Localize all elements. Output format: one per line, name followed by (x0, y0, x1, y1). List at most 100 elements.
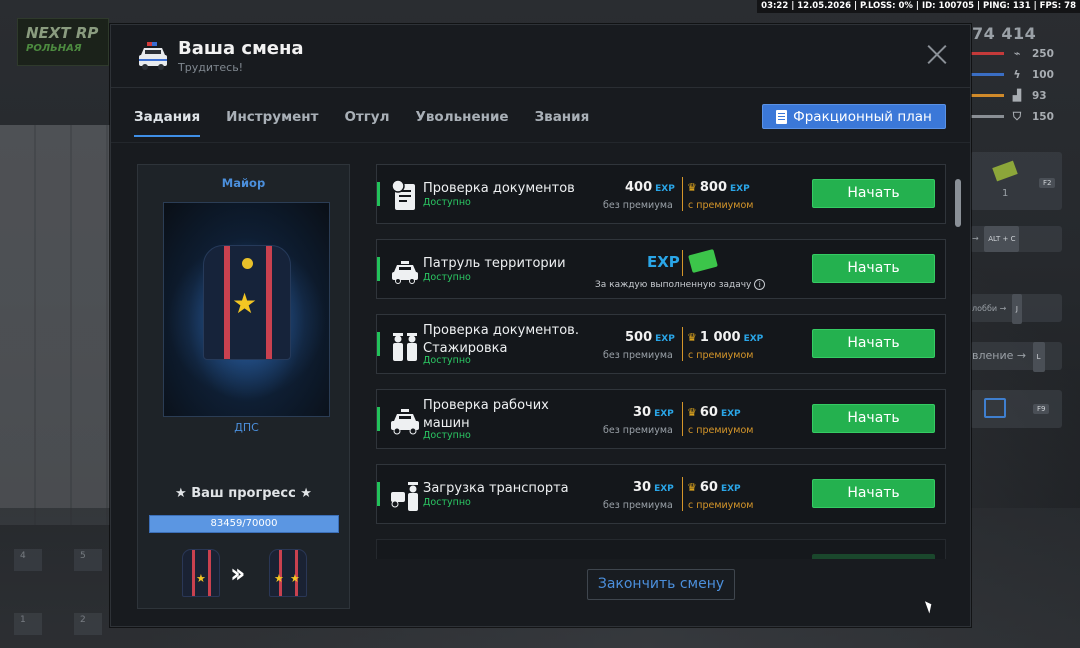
signal-icon: ▟ (1012, 89, 1022, 102)
armor-stat: ϟ 100 (970, 64, 1074, 85)
start-button-partial (812, 554, 935, 559)
police-car-icon (391, 409, 419, 435)
star-icon: ★ (232, 287, 258, 320)
task-row: Патруль территории Доступно EXP За кажду… (376, 239, 946, 299)
start-button[interactable]: Начать (812, 179, 935, 208)
task-row: Загрузка транспорта Доступно 30 EXP без п… (376, 464, 946, 524)
tab-tasks[interactable]: Задания (134, 109, 201, 137)
cash-icon (688, 248, 718, 274)
window-title: Ваша смена (178, 38, 304, 59)
tab-day-off[interactable]: Отгул (344, 109, 389, 137)
rank-progress-bar: 83459/70000 (149, 515, 339, 533)
document-icon (776, 109, 788, 124)
base-reward: 30 EXP (633, 405, 674, 420)
manage-hint: вление → L (970, 342, 1062, 372)
tab-bar: Задания Инструмент Отгул Увольнение Зван… (134, 109, 615, 137)
rank-panel: Майор ★ ДПС ★ Ваш прогресс ★ 83459/70000… (137, 164, 350, 609)
info-icon: i (754, 279, 766, 290)
cash-icon (992, 160, 1018, 182)
task-status: Доступно (423, 430, 471, 441)
close-icon[interactable] (926, 43, 948, 65)
base-reward-label: без премиума (603, 500, 673, 511)
task-row: Проверка рабочих машин Доступно 30 EXP бе… (376, 389, 946, 449)
current-rank-icon: ★ (182, 549, 220, 597)
base-reward-label: без премиума (603, 200, 673, 211)
rank-name: Майор (221, 176, 266, 190)
task-status: Доступно (423, 272, 471, 283)
tab-ranks[interactable]: Звания (535, 109, 590, 137)
premium-reward-label: с премиумом (688, 425, 754, 436)
background-lockers (0, 125, 112, 525)
left-slot-5: 5 (74, 549, 102, 571)
task-name: Патруль территории (423, 256, 566, 271)
server-logo: NEXT RP РОЛЬНАЯ (17, 18, 109, 66)
shield-stat: ⛉ 150 (970, 106, 1074, 127)
officers-icon (393, 333, 417, 361)
start-button[interactable]: Начать (812, 329, 935, 358)
tab-tools[interactable]: Инструмент (226, 109, 318, 137)
task-row-partial (376, 539, 946, 559)
tabs-divider (111, 142, 970, 143)
shift-window: Ваша смена Трудитесь! Задания Инструмент… (110, 24, 971, 627)
task-list: Проверка документов Доступно 400 EXP без … (376, 164, 946, 559)
window-header: Ваша смена Трудитесь! (111, 25, 970, 88)
base-reward: 500 EXP (625, 330, 675, 345)
lobby-hint: лобби → J (970, 294, 1062, 324)
logo-text: NEXT RP (26, 24, 99, 42)
task-status: Доступно (423, 497, 471, 508)
premium-reward-label: с премиумом (688, 350, 754, 361)
progress-text: 83459/70000 (210, 518, 278, 529)
reward-note: За каждую выполненную задачу i (595, 279, 766, 290)
task-name: Проверка рабочих машин (423, 398, 549, 431)
base-reward: 30 EXP (633, 480, 674, 495)
logo-subtext: РОЛЬНАЯ (26, 43, 82, 54)
start-button[interactable]: Начать (812, 404, 935, 433)
crown-icon: ♛ (687, 481, 697, 494)
faction-plan-button[interactable]: Фракционный план (762, 104, 946, 129)
crown-icon: ♛ (687, 331, 697, 344)
task-status: Доступно (423, 197, 471, 208)
crown-icon: ♛ (687, 181, 697, 194)
faction-plan-label: Фракционный план (793, 108, 932, 125)
base-reward-label: без премиума (603, 350, 673, 361)
tow-officer-icon (391, 482, 418, 511)
premium-reward: ♛ 1 000 EXP (687, 330, 764, 345)
tab-resign[interactable]: Увольнение (415, 109, 508, 137)
police-car-icon (392, 261, 418, 284)
left-slot-2: 2 (74, 613, 102, 635)
premium-reward: ♛ 60 EXP (687, 405, 741, 420)
hotkey-f2: F2 (1039, 178, 1056, 188)
calendar-hint: F9 (970, 390, 1062, 428)
task-row: Проверка документов. Стажировка Доступно… (376, 314, 946, 374)
task-name: Загрузка транспорта (423, 481, 569, 496)
left-slot-1: 1 (14, 613, 42, 635)
rank-department: ДПС (234, 421, 259, 434)
police-car-icon (139, 42, 167, 70)
rank-insignia-card: ★ (163, 202, 330, 417)
document-icon (391, 179, 415, 210)
premium-reward: ♛ 60 EXP (687, 480, 741, 495)
inventory-hud: 1 F2 (970, 152, 1062, 210)
task-name: Проверка документов (423, 181, 575, 196)
window-subtitle: Трудитесь! (178, 61, 244, 74)
phone-hint: → ALT + C (970, 226, 1062, 252)
task-list-scrollbar[interactable] (955, 179, 961, 227)
exp-reward: EXP (647, 253, 680, 271)
shield-icon: ⛉ (1012, 109, 1022, 123)
premium-reward: ♛ 800 EXP (687, 180, 750, 195)
end-shift-button[interactable]: Закончить смену (587, 569, 735, 600)
start-button[interactable]: Начать (812, 479, 935, 508)
money-value: 74 414 (972, 24, 1037, 43)
player-stats-hud: 74 414 ⌁ 250 ϟ 100 ▟ 93 ⛉ 150 (970, 24, 1074, 127)
task-row: Проверка документов Доступно 400 EXP без … (376, 164, 946, 224)
premium-reward-label: с премиумом (688, 200, 754, 211)
heartbeat-icon: ⌁ (1013, 47, 1021, 60)
start-button[interactable]: Начать (812, 254, 935, 283)
crown-icon: ♛ (687, 406, 697, 419)
progress-label: ★ Ваш прогресс ★ (175, 486, 312, 501)
premium-reward-label: с премиумом (688, 500, 754, 511)
next-rank-icon: ★ ★ (269, 549, 307, 597)
base-reward: 400 EXP (625, 180, 675, 195)
task-name: Проверка документов. Стажировка (423, 323, 579, 356)
task-status: Доступно (423, 355, 471, 366)
